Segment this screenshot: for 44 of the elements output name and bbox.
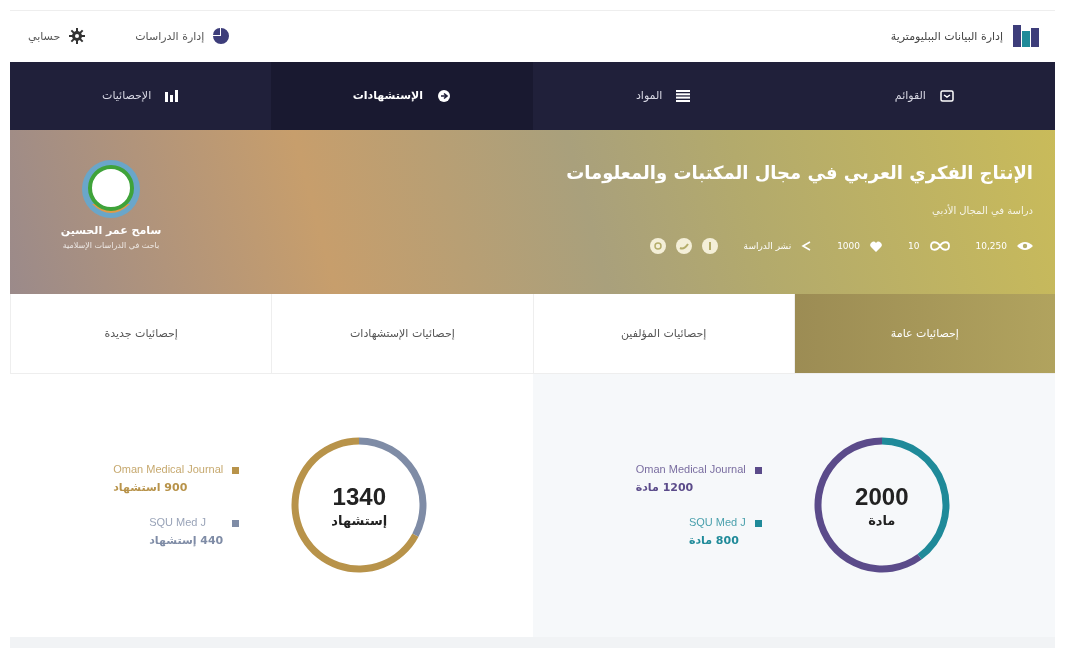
pie-chart-icon [213,28,230,45]
nav-tab[interactable]: القوائم [793,61,1055,131]
study-title: الإنتاج الفكري العربي في مجال المكتبات والمعلومات [566,162,1033,184]
legend-value: 440 إستشهاد [149,534,224,548]
share-icon[interactable] [675,238,692,255]
nav-tab[interactable]: الإستشهادات [271,61,533,131]
stat-count: 1000 [837,241,861,252]
inbox-icon [939,89,954,102]
total-count: 1340 [332,482,386,511]
nav-tab[interactable]: الإحصائيات [10,61,272,131]
total-count: 2000 [855,482,909,511]
avatar-icon [82,160,140,219]
stat-count: 10,250 [975,241,1007,252]
eye-icon [1017,241,1033,252]
legend-value: 900 استشهاد [113,481,188,495]
study-subtitle: دراسة في المجال الأدبي [931,205,1033,217]
stats-tab[interactable]: إحصائيات المؤلفين [532,294,794,373]
app-title: إدارة البيانات الببليومترية [890,29,1003,43]
infinity-icon [929,241,950,252]
total-unit: مادة [868,512,896,528]
share-icon[interactable] [701,238,718,255]
bar-chart-icon [165,89,180,102]
stats-tab[interactable]: إحصائيات جديدة [10,294,272,373]
share-icon [801,241,812,252]
heart-icon [870,240,883,252]
stats-tab[interactable]: إحصائيات الإستشهادات [271,294,533,373]
legend-label: SQU Med J [688,516,746,529]
list-icon [676,89,691,102]
legend-label: Oman Medical Journal [113,463,224,476]
author-role: باحث في الدراسات الإسلامية [62,241,160,251]
share-icon[interactable] [649,238,666,255]
total-unit: إستشهاد [331,512,388,528]
header-link[interactable]: حسابي [28,28,86,45]
logo-icon [1013,25,1039,48]
legend-value: 1200 مادة [635,481,694,495]
arrow-circle-icon [437,88,452,103]
nav-tab[interactable]: المواد [532,61,794,131]
author-name: سامح عمر الحسين [60,224,162,238]
legend-label: SQU Med J [149,516,207,529]
stat-count: 10 [908,241,920,252]
settings-icon [69,28,86,45]
legend-label: Oman Medical Journal [635,463,746,476]
header-link[interactable]: إدارة الدراسات [135,28,230,45]
legend-value: 800 مادة [688,534,739,548]
